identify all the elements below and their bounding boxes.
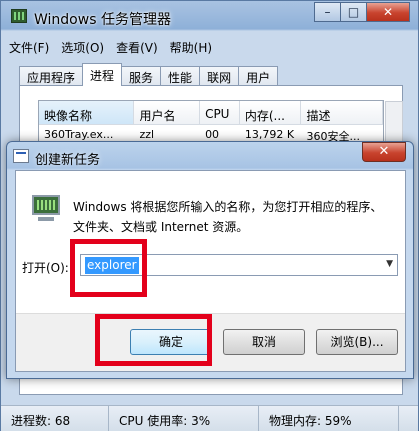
column-description[interactable]: 描述 <box>301 101 383 124</box>
tab-networking[interactable]: 联网 <box>199 66 240 86</box>
task-manager-titlebar[interactable]: Windows 任务管理器 – □ ✕ <box>1 1 418 31</box>
column-memory[interactable]: 内存(... <box>240 101 302 124</box>
column-cpu[interactable]: CPU <box>200 101 240 124</box>
menu-view[interactable]: 查看(V) <box>116 39 158 56</box>
status-bar: 进程数: 68 CPU 使用率: 3% 物理内存: 59% <box>1 405 418 431</box>
close-button[interactable]: ✕ <box>366 2 410 22</box>
menu-file[interactable]: 文件(F) <box>9 39 49 56</box>
tab-users[interactable]: 用户 <box>238 66 279 86</box>
column-user-name[interactable]: 用户名 <box>134 101 201 124</box>
tab-performance[interactable]: 性能 <box>160 66 201 86</box>
tab-applications[interactable]: 应用程序 <box>19 66 84 86</box>
status-process-count: 进程数: 68 <box>1 406 109 431</box>
status-cpu-usage: CPU 使用率: 3% <box>109 406 259 431</box>
dialog-description: Windows 将根据您所输入的名称，为您打开相应的程序、文件夹、文档或 Int… <box>73 200 383 234</box>
maximize-button[interactable]: □ <box>340 2 367 22</box>
browse-button[interactable]: 浏览(B)... <box>316 329 398 355</box>
open-label: 打开(O): <box>22 261 69 275</box>
menu-bar: 文件(F) 选项(O) 查看(V) 帮助(H) <box>9 39 224 56</box>
highlight-ok-box <box>95 314 212 366</box>
task-manager-title: Windows 任务管理器 <box>34 12 171 28</box>
tab-bar: 应用程序 进程 服务 性能 联网 用户 <box>19 63 279 86</box>
dialog-close-button[interactable]: ✕ <box>362 142 406 162</box>
tab-services[interactable]: 服务 <box>121 66 162 86</box>
run-icon <box>13 149 29 163</box>
cancel-button[interactable]: 取消 <box>223 329 305 355</box>
status-physical-memory: 物理内存: 59% <box>259 406 399 431</box>
menu-options[interactable]: 选项(O) <box>61 39 104 56</box>
dialog-title: 创建新任务 <box>35 153 101 168</box>
menu-help[interactable]: 帮助(H) <box>170 39 212 56</box>
highlight-input-box <box>70 239 147 297</box>
column-image-name[interactable]: 映像名称 <box>39 101 135 124</box>
tab-processes[interactable]: 进程 <box>82 63 123 86</box>
table-header: 映像名称 用户名 CPU 内存(... 描述 <box>39 101 383 125</box>
task-manager-icon <box>11 9 27 23</box>
minimize-button[interactable]: – <box>314 2 341 22</box>
window-controls: – □ ✕ <box>314 2 410 22</box>
chevron-down-icon[interactable]: ▼ <box>386 259 393 269</box>
dialog-titlebar[interactable]: 创建新任务 ✕ <box>7 142 413 170</box>
computer-monitor-icon <box>30 193 62 223</box>
